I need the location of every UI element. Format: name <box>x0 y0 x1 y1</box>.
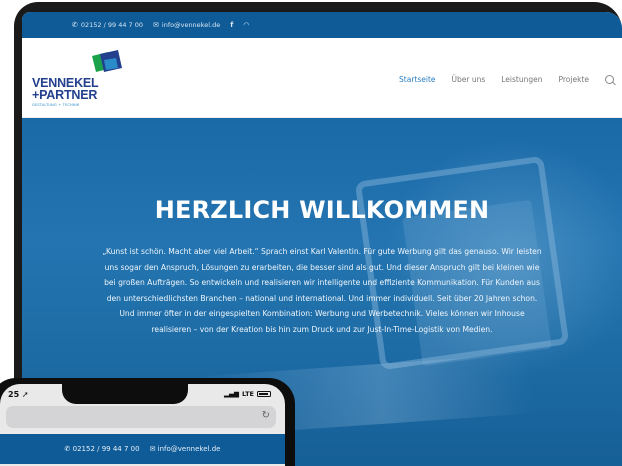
topbar-email[interactable]: ✉ info@vennekel.de <box>153 21 220 29</box>
top-contact-bar: ✆ 02152 / 99 44 7 00 ✉ info@vennekel.de … <box>22 12 622 38</box>
phone-topbar-phone-text: 02152 / 99 44 7 00 <box>72 445 140 453</box>
logo-tagline: GESTALTUNG + TECHNIK <box>32 103 80 107</box>
nav-item-leistungen[interactable]: Leistungen <box>501 75 542 84</box>
rss-icon[interactable]: ◠ <box>243 21 249 29</box>
mail-icon: ✉ <box>153 21 159 29</box>
logo-line2: +PARTNER <box>32 88 98 102</box>
signal-icon: ▂▄▆ <box>224 390 240 398</box>
phone-status-time: 25 ➚ <box>8 390 29 399</box>
topbar-email-text: info@vennekel.de <box>161 21 221 29</box>
topbar-phone[interactable]: ✆ 02152 / 99 44 7 00 <box>72 21 143 29</box>
phone-top-contact-bar: ✆ 02152 / 99 44 7 00 ✉ info@vennekel.de <box>0 434 285 464</box>
main-nav: Startseite Über uns Leistungen Projekte <box>399 75 614 84</box>
reload-icon[interactable]: ↻ <box>262 410 270 421</box>
phone-icon: ✆ <box>72 21 78 29</box>
search-icon[interactable] <box>605 75 614 84</box>
logo-mark-icon <box>92 50 122 72</box>
phone-status-indicators: ▂▄▆ LTE <box>224 390 271 398</box>
phone-time-text: 25 <box>8 390 20 399</box>
logo[interactable]: VENNEKEL +PARTNER GESTALTUNG + TECHNIK <box>32 50 132 110</box>
nav-item-ueber-uns[interactable]: Über uns <box>452 75 486 84</box>
phone-screen: 25 ➚ ▂▄▆ LTE ↻ ✆ 02152 / 99 44 7 00 ✉ in… <box>0 384 285 466</box>
phone-topbar-phone[interactable]: ✆ 02152 / 99 44 7 00 <box>65 445 140 453</box>
phone-mockup: 25 ➚ ▂▄▆ LTE ↻ ✆ 02152 / 99 44 7 00 ✉ in… <box>0 378 295 466</box>
battery-icon <box>257 391 271 397</box>
nav-item-startseite[interactable]: Startseite <box>399 75 435 84</box>
hero-title: HERZLICH WILLKOMMEN <box>154 196 490 224</box>
phone-topbar-email[interactable]: ✉ info@vennekel.de <box>150 445 221 453</box>
site-header: VENNEKEL +PARTNER GESTALTUNG + TECHNIK S… <box>22 38 622 118</box>
phone-address-bar[interactable]: ↻ <box>6 406 276 428</box>
facebook-icon[interactable]: f <box>230 21 233 29</box>
phone-topbar-email-text: info@vennekel.de <box>157 445 221 453</box>
phone-notch <box>62 384 188 404</box>
topbar-phone-text: 02152 / 99 44 7 00 <box>80 21 144 29</box>
phone-network: LTE <box>242 390 254 398</box>
nav-item-projekte[interactable]: Projekte <box>559 75 590 84</box>
hero-text: „Kunst ist schön. Macht aber viel Arbeit… <box>102 247 542 334</box>
